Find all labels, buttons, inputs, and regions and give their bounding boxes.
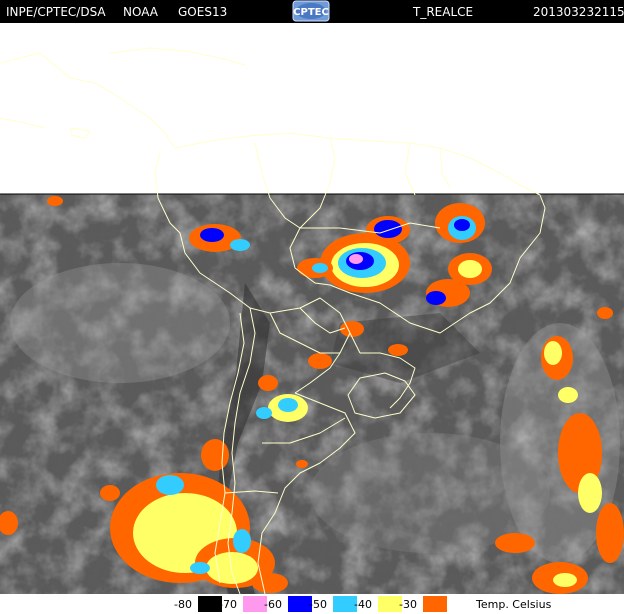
legend-label: -80 (174, 598, 192, 611)
legend-label: -70 (219, 598, 237, 611)
legend-label: -40 (354, 598, 372, 611)
cptec-logo: CPTEC (292, 0, 330, 22)
legend-swatch (423, 596, 447, 612)
legend-unit: Temp. Celsius (476, 598, 552, 611)
agency-label: NOAA (123, 5, 158, 19)
legend-label: -50 (309, 598, 327, 611)
satellite-image (0, 23, 624, 594)
legend-label: -60 (264, 598, 282, 611)
legend-label: -30 (399, 598, 417, 611)
source-label: INPE/CPTEC/DSA (6, 5, 106, 19)
header-bar: INPE/CPTEC/DSA NOAA GOES13 CPTEC T_REALC… (0, 0, 624, 23)
timestamp-label: 201303232115 (533, 5, 624, 19)
product-label: T_REALCE (413, 5, 474, 19)
satellite-label: GOES13 (178, 5, 228, 19)
temperature-legend: -80 -70 -60 -50 -40 -30 Temp. Celsius (0, 594, 624, 614)
logo-text: CPTEC (293, 7, 329, 18)
